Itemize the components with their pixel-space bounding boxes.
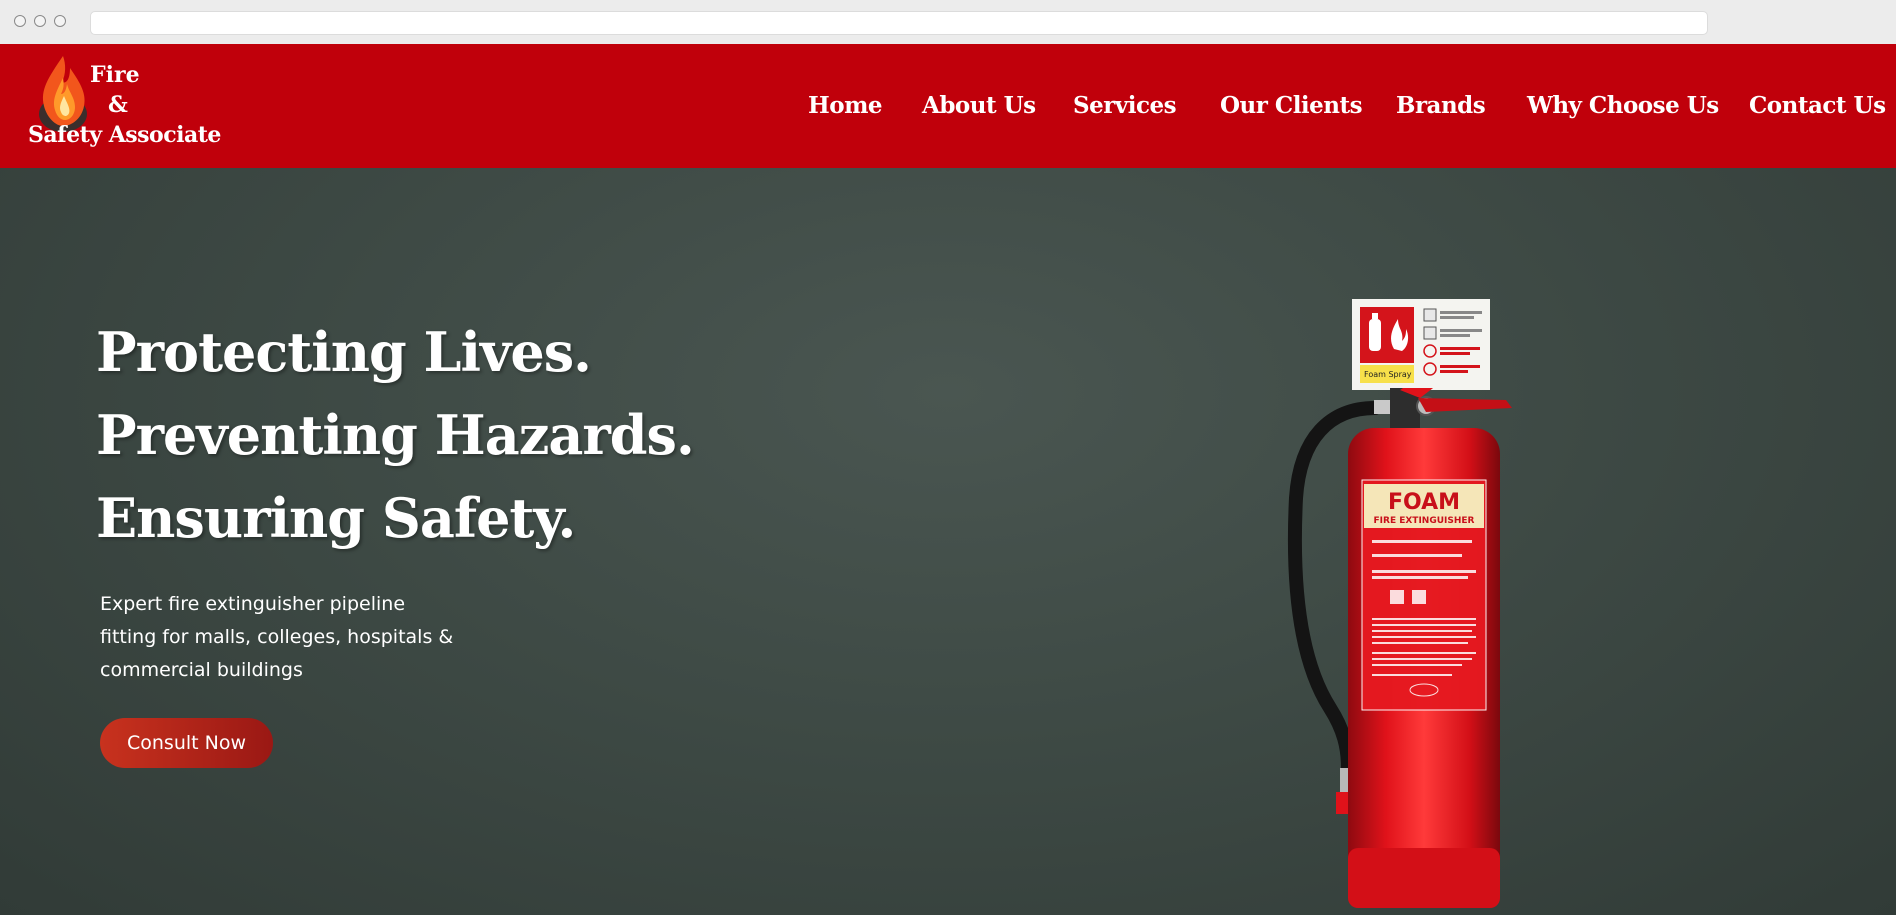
nav-contact-us[interactable]: Contact Us <box>1749 92 1886 119</box>
window-minimize-icon[interactable] <box>34 15 46 27</box>
fire-extinguisher-sign-icon: Foam Spray <box>1352 299 1490 390</box>
nav-why-choose-us[interactable]: Why Choose Us <box>1527 92 1719 119</box>
consult-now-button[interactable]: Consult Now <box>100 718 273 768</box>
fire-extinguisher-image: FOAM FIRE EXTINGUISHER <box>1287 388 1512 908</box>
nav-services[interactable]: Services <box>1073 92 1177 119</box>
hero-subtitle-line-2: fitting for malls, colleges, hospitals & <box>100 626 454 648</box>
hero-section: Protecting Lives. Preventing Hazards. En… <box>0 168 1896 915</box>
browser-toolbar <box>0 0 1896 45</box>
extinguisher-subtitle: FIRE EXTINGUISHER <box>1374 516 1475 526</box>
logo-line-safety-associate: Safety Associate <box>28 122 221 148</box>
logo-line-ampersand: & <box>108 92 128 118</box>
nav-home[interactable]: Home <box>808 92 883 119</box>
hero-headline-line-3: Ensuring Safety. <box>96 486 576 550</box>
hero-subtitle: Expert fire extinguisher pipeline fittin… <box>100 588 460 687</box>
sign-label: Foam Spray <box>1364 370 1412 379</box>
window-maximize-icon[interactable] <box>54 15 66 27</box>
hero-subtitle-line-3: commercial buildings <box>100 659 303 681</box>
hero-headline-line-1: Protecting Lives. <box>96 320 592 384</box>
hero-headline-line-2: Preventing Hazards. <box>96 403 695 467</box>
nav-our-clients[interactable]: Our Clients <box>1220 92 1363 119</box>
address-bar[interactable] <box>90 11 1708 35</box>
logo-line-fire: Fire <box>90 62 140 88</box>
nav-brands[interactable]: Brands <box>1396 92 1486 119</box>
extinguisher-title: FOAM <box>1388 490 1460 515</box>
window-close-icon[interactable] <box>14 15 26 27</box>
hero-subtitle-line-1: Expert fire extinguisher pipeline <box>100 593 406 615</box>
nav-about-us[interactable]: About Us <box>922 92 1036 119</box>
site-header: Fire & Safety Associate Home About Us Se… <box>0 44 1896 168</box>
